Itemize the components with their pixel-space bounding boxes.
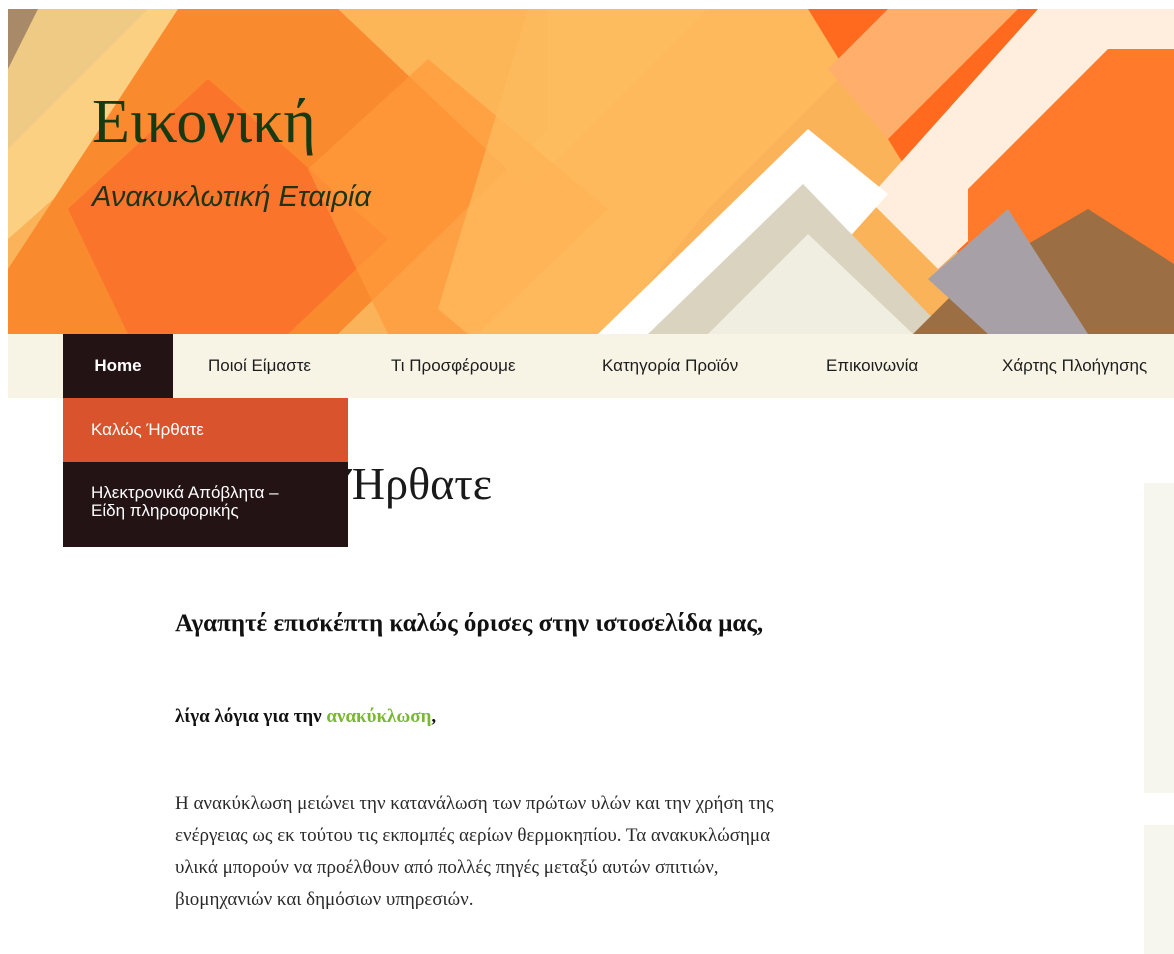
home-dropdown-menu: Καλώς Ήρθατε Ηλεκτρονικά Απόβλητα – Είδη… (63, 398, 348, 547)
nav-item-what-we-offer[interactable]: Τι Προσφέρουμε (391, 334, 516, 398)
body-paragraph: Η ανακύκλωση μειώνει την κατανάλωση των … (175, 788, 1035, 916)
sidebar-widget (1144, 483, 1174, 793)
site-header: Εικονική Ανακυκλωτική Εταιρία (8, 9, 1174, 334)
main-navigation: Home Ποιοί Είμαστε Τι Προσφέρουμε Κατηγο… (8, 334, 1174, 398)
site-tagline: Ανακυκλωτική Εταιρία (92, 181, 371, 213)
intro-comma: , (431, 706, 437, 727)
site-title[interactable]: Εικονική (92, 91, 316, 153)
page-title-text: Ήρθατε (348, 458, 493, 509)
recycling-link[interactable]: ανακύκλωση (326, 706, 431, 727)
dropdown-item-welcome[interactable]: Καλώς Ήρθατε (63, 398, 348, 462)
body-line: υλικά μπορούν να προέλθουν από πολλές πη… (175, 857, 719, 878)
dropdown-item-label-line1: Ηλεκτρονικά Απόβλητα – (91, 483, 279, 502)
nav-item-product-category[interactable]: Κατηγορία Προϊόν (602, 334, 738, 398)
nav-item-home[interactable]: Home (63, 334, 173, 398)
intro-text: λίγα λόγια για την (175, 706, 322, 727)
body-line: Η ανακύκλωση μειώνει την κατανάλωση των … (175, 793, 774, 814)
nav-item-who-we-are[interactable]: Ποιοί Είμαστε (208, 334, 311, 398)
dropdown-item-label-line2: Είδη πληροφορικής (91, 501, 239, 520)
nav-item-contact[interactable]: Επικοινωνία (826, 334, 918, 398)
body-line: ενέργειας ως εκ τούτου τις εκπομπές αερί… (175, 825, 771, 846)
body-line: βιομηχανιών και δημόσιων υπηρεσιών. (175, 889, 474, 910)
intro-paragraph: λίγα λόγια για την ανακύκλωση, (175, 706, 436, 728)
sidebar-widget (1144, 825, 1174, 954)
header-background-pattern (8, 9, 1174, 334)
welcome-heading: Αγαπητέ επισκέπτη καλώς όρισες στην ιστο… (175, 610, 764, 637)
nav-item-sitemap[interactable]: Χάρτης Πλοήγησης (1002, 334, 1147, 398)
dropdown-item-electronic-waste[interactable]: Ηλεκτρονικά Απόβλητα – Είδη πληροφορικής (63, 462, 348, 547)
